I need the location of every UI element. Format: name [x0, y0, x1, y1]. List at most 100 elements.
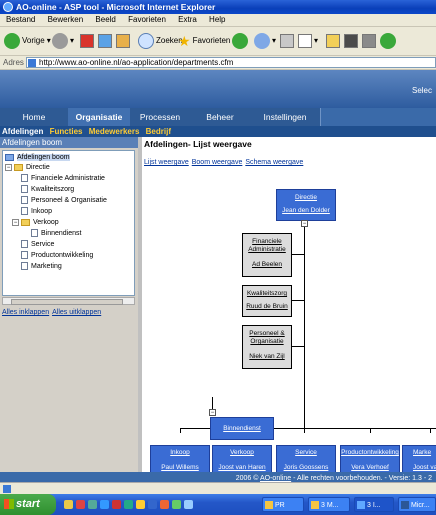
quicklaunch-icon[interactable]: [172, 500, 181, 509]
mail-icon: [254, 33, 270, 49]
collapse-icon[interactable]: −: [5, 163, 12, 171]
quicklaunch-icon[interactable]: [88, 500, 97, 509]
edit-button[interactable]: ▾: [298, 31, 318, 51]
document-icon: [21, 196, 28, 205]
tree-horizontal-scrollbar[interactable]: [2, 297, 135, 305]
refresh-button[interactable]: [98, 31, 112, 51]
menu-item-bestand[interactable]: Bestand: [6, 15, 35, 24]
search-icon: [138, 33, 154, 49]
tree-item-kwal[interactable]: Kwaliteitszorg: [21, 185, 74, 195]
history-button[interactable]: [232, 31, 248, 51]
schema-view-link[interactable]: Schema weergave: [245, 159, 303, 166]
tree-item-service[interactable]: Service: [21, 240, 54, 250]
collapse-all-link[interactable]: Alles inklappen: [2, 309, 49, 316]
org-node-kwaliteitszorg[interactable]: Kwaliteitszorg Ruud de Bruin: [242, 285, 292, 317]
expand-all-link[interactable]: Alles uitklappen: [52, 309, 101, 316]
home-button[interactable]: [116, 31, 130, 51]
subnav-bedrijf[interactable]: Bedrijf: [146, 127, 171, 136]
window-title-bar: AO-online - ASP tool - Microsoft Interne…: [0, 0, 436, 14]
menu-item-extra[interactable]: Extra: [178, 15, 197, 24]
tree-item-verkoop[interactable]: − Verkoop: [12, 218, 59, 228]
tree-item-binnendienst[interactable]: Binnendienst: [31, 229, 81, 239]
tree-view-link[interactable]: Boom weergave: [192, 159, 243, 166]
print-button[interactable]: [280, 31, 294, 51]
folder-icon: [14, 163, 23, 171]
quicklaunch-icon[interactable]: [76, 500, 85, 509]
quicklaunch-icon[interactable]: [124, 500, 133, 509]
print-icon: [280, 34, 294, 48]
tree-item-inkoop[interactable]: Inkoop: [21, 207, 52, 217]
subnav-medewerkers[interactable]: Medewerkers: [89, 127, 140, 136]
taskbar-item-ie[interactable]: 3 I...: [354, 497, 394, 512]
org-node-financiele-administratie[interactable]: Financiele Administratie Ad Beelen: [242, 233, 292, 277]
org-line: [291, 254, 304, 255]
folder-button[interactable]: [326, 31, 340, 51]
department-tree: Afdelingen boom − Directie Financiele Adm…: [2, 150, 135, 296]
discuss-icon: [344, 34, 358, 48]
taskbar-item-mail[interactable]: 3 M...: [308, 497, 350, 512]
history-icon: [232, 33, 248, 49]
quicklaunch-icon[interactable]: [136, 500, 145, 509]
tab-organisatie[interactable]: Organisatie: [68, 108, 131, 126]
tree-root-icon: [5, 153, 14, 161]
menu-item-bewerken[interactable]: Bewerken: [48, 15, 84, 24]
scrollbar-thumb[interactable]: [11, 299, 123, 305]
forward-button[interactable]: ▾: [52, 31, 74, 51]
subnav-afdelingen[interactable]: Afdelingen: [2, 127, 43, 136]
star-icon: ★: [178, 33, 191, 49]
quicklaunch-icon[interactable]: [100, 500, 109, 509]
collapse-node-icon[interactable]: −: [209, 409, 216, 416]
research-button[interactable]: [362, 31, 376, 51]
quicklaunch-icon[interactable]: [160, 500, 169, 509]
menu-item-help[interactable]: Help: [209, 15, 225, 24]
subnav-functies[interactable]: Functies: [50, 127, 83, 136]
quicklaunch-icon[interactable]: [112, 500, 121, 509]
document-icon: [21, 174, 28, 183]
discuss-button[interactable]: [344, 31, 358, 51]
stop-button[interactable]: [80, 31, 94, 51]
document-icon: [21, 240, 28, 249]
menu-bar: Bestand Bewerken Beeld Favorieten Extra …: [0, 14, 436, 27]
org-node-binnendienst[interactable]: Binnendienst: [210, 417, 274, 440]
quicklaunch-icon[interactable]: [64, 500, 73, 509]
tree-item-directie[interactable]: − Directie: [5, 163, 50, 173]
tree-item-root[interactable]: Afdelingen boom: [5, 153, 70, 163]
list-view-link[interactable]: Lijst weergave: [144, 159, 189, 166]
start-button[interactable]: start: [0, 494, 56, 515]
tree-item-po[interactable]: Personeel & Organisatie: [21, 196, 107, 206]
home-icon: [116, 34, 130, 48]
address-input[interactable]: http://www.ao-online.nl/ao-application/d…: [26, 57, 436, 68]
footer-link[interactable]: AO-online: [260, 475, 291, 482]
tab-beheer[interactable]: Beheer: [190, 108, 251, 126]
word-icon: [401, 501, 409, 509]
document-icon: [21, 185, 28, 194]
taskbar-item-pr[interactable]: PR: [262, 497, 304, 512]
menu-item-favorieten[interactable]: Favorieten: [128, 15, 166, 24]
tab-processen[interactable]: Processen: [130, 108, 191, 126]
collapse-icon[interactable]: −: [12, 218, 19, 226]
left-panel-heading: Afdelingen boom: [0, 137, 138, 148]
quicklaunch-icon[interactable]: [184, 500, 193, 509]
quicklaunch-icon[interactable]: [148, 500, 157, 509]
org-node-marketing[interactable]: Marke Joost van: [402, 445, 436, 475]
org-node-personeel-organisatie[interactable]: Personeel & Organisatie Niek van Zijl: [242, 325, 292, 369]
tree-item-marketing[interactable]: Marketing: [21, 262, 62, 272]
edit-icon: [298, 34, 312, 48]
search-button[interactable]: Zoeken: [138, 31, 183, 51]
tree-item-fin[interactable]: Financiele Administratie: [21, 174, 105, 184]
messenger-button[interactable]: [380, 31, 396, 51]
tab-instellingen[interactable]: Instellingen: [250, 108, 321, 126]
org-line: [304, 428, 305, 433]
mail-button[interactable]: ▾: [254, 31, 276, 51]
tab-home[interactable]: Home: [0, 108, 69, 126]
favorites-button[interactable]: ★ Favorieten: [178, 31, 230, 51]
forward-arrow-icon: [52, 33, 68, 49]
menu-item-beeld[interactable]: Beeld: [95, 15, 115, 24]
collapse-node-icon[interactable]: −: [301, 220, 308, 227]
content-area: Afdelingen- Lijst weergave Lijst weergav…: [142, 137, 436, 477]
back-button[interactable]: Vorige ▾: [4, 31, 51, 51]
tree-item-productontwikkeling[interactable]: Productontwikkeling: [21, 251, 93, 261]
org-node-directie[interactable]: Directie Jean den Dolder: [276, 189, 336, 221]
taskbar-item-word[interactable]: Micr...: [398, 497, 436, 512]
main-nav: Home Organisatie Processen Beheer Instel…: [0, 108, 436, 126]
